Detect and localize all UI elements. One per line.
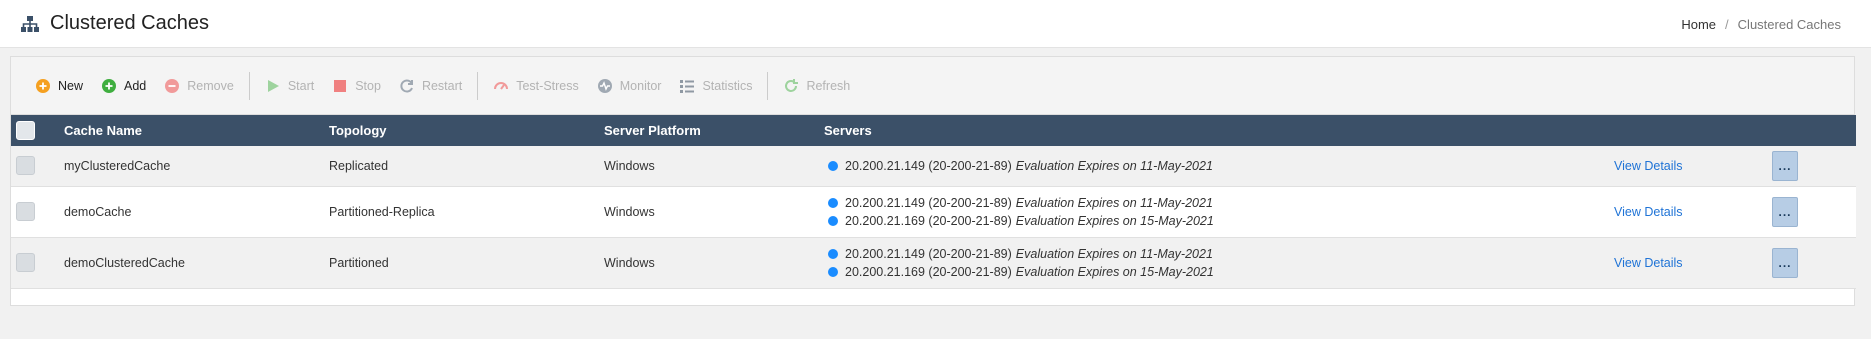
row-checkbox[interactable]	[16, 156, 35, 176]
row-checkbox[interactable]	[16, 253, 35, 272]
server-address: 20.200.21.169 (20-200-21-89)	[845, 264, 1012, 279]
more-actions-button[interactable]: ...	[1772, 247, 1798, 278]
select-all-checkbox[interactable]	[16, 121, 35, 140]
statistics-label: Statistics	[702, 78, 753, 93]
test-stress-button[interactable]: Test-Stress	[484, 71, 588, 101]
stop-label: Stop	[355, 78, 381, 93]
plus-circle-icon	[101, 78, 117, 94]
gauge-icon	[493, 78, 509, 94]
toolbar: New Add Remove Start Stop Restart Test-S…	[11, 57, 1854, 115]
stop-icon	[332, 78, 348, 94]
table-header-row: Cache Name Topology Server Platform Serv…	[11, 115, 1856, 146]
server-status-icon	[828, 266, 838, 277]
cache-name: demoClusteredCache	[64, 255, 185, 270]
plus-circle-icon	[35, 78, 51, 94]
column-header-platform[interactable]: Server Platform	[604, 115, 824, 146]
server-address: 20.200.21.149 (20-200-21-89)	[845, 195, 1012, 210]
restart-button[interactable]: Restart	[390, 71, 471, 101]
refresh-cycle-icon	[399, 78, 415, 94]
server-license-note: Evaluation Expires on 11-May-2021	[1015, 195, 1213, 210]
cache-platform: Windows	[604, 158, 655, 173]
breadcrumb-current: Clustered Caches	[1737, 16, 1841, 32]
column-header-topology[interactable]: Topology	[329, 115, 604, 146]
cache-topology: Partitioned-Replica	[329, 204, 435, 219]
play-icon	[265, 78, 281, 94]
server-entry: 20.200.21.149 (20-200-21-89) Evaluation …	[824, 157, 1614, 175]
server-address: 20.200.21.149 (20-200-21-89)	[845, 246, 1012, 261]
server-address: 20.200.21.149 (20-200-21-89)	[845, 158, 1012, 173]
add-label: Add	[124, 78, 147, 93]
caches-panel: New Add Remove Start Stop Restart Test-S…	[10, 56, 1856, 306]
server-entry: 20.200.21.149 (20-200-21-89) Evaluation …	[824, 245, 1614, 263]
server-license-note: Evaluation Expires on 11-May-2021	[1015, 246, 1213, 261]
monitor-label: Monitor	[619, 78, 662, 93]
toolbar-divider	[767, 71, 769, 100]
toolbar-divider	[248, 71, 250, 100]
server-status-icon	[828, 215, 838, 226]
server-status-icon	[828, 197, 838, 208]
remove-label: Remove	[187, 78, 234, 93]
breadcrumb-home[interactable]: Home	[1681, 17, 1716, 32]
start-label: Start	[287, 78, 315, 93]
server-status-icon	[828, 248, 838, 259]
server-status-icon	[828, 160, 838, 171]
toolbar-divider	[477, 71, 479, 100]
test-stress-label: Test-Stress	[516, 78, 579, 93]
page-title: Clustered Caches	[50, 12, 209, 34]
row-checkbox[interactable]	[16, 202, 35, 221]
servers-cell: 20.200.21.149 (20-200-21-89) Evaluation …	[824, 186, 1614, 237]
cache-topology: Partitioned	[329, 255, 389, 270]
table-row[interactable]: demoClusteredCache Partitioned Windows 2…	[11, 237, 1856, 288]
new-label: New	[58, 78, 84, 93]
remove-button[interactable]: Remove	[155, 71, 243, 101]
add-button[interactable]: Add	[92, 71, 155, 101]
stop-button[interactable]: Stop	[323, 71, 390, 101]
page-header: Clustered Caches Home / Clustered Caches	[0, 0, 1871, 48]
statistics-button[interactable]: Statistics	[670, 71, 761, 101]
list-icon	[679, 78, 695, 94]
view-details-link[interactable]: View Details	[1614, 205, 1683, 219]
minus-circle-icon	[164, 78, 180, 94]
server-license-note: Evaluation Expires on 11-May-2021	[1015, 158, 1213, 173]
cache-name: demoCache	[64, 204, 132, 219]
monitor-button[interactable]: Monitor	[588, 71, 671, 101]
server-address: 20.200.21.169 (20-200-21-89)	[845, 213, 1012, 228]
cache-platform: Windows	[604, 204, 655, 219]
breadcrumb: Home / Clustered Caches	[1681, 0, 1841, 48]
refresh-icon	[783, 78, 799, 94]
restart-label: Restart	[421, 78, 463, 93]
table-row[interactable]: demoCache Partitioned-Replica Windows 20…	[11, 186, 1856, 237]
servers-cell: 20.200.21.149 (20-200-21-89) Evaluation …	[824, 146, 1614, 186]
refresh-label: Refresh	[806, 78, 851, 93]
more-actions-button[interactable]: ...	[1772, 150, 1798, 181]
breadcrumb-separator: /	[1725, 16, 1729, 32]
more-actions-button[interactable]: ...	[1772, 196, 1798, 227]
table-row[interactable]: myClusteredCache Replicated Windows 20.2…	[11, 146, 1856, 186]
cache-platform: Windows	[604, 255, 655, 270]
servers-cell: 20.200.21.149 (20-200-21-89) Evaluation …	[824, 237, 1614, 288]
cache-name: myClusteredCache	[64, 158, 171, 173]
server-license-note: Evaluation Expires on 15-May-2021	[1015, 213, 1214, 228]
pulse-icon	[597, 78, 613, 94]
refresh-button[interactable]: Refresh	[774, 71, 859, 101]
view-details-link[interactable]: View Details	[1614, 256, 1683, 270]
server-entry: 20.200.21.169 (20-200-21-89) Evaluation …	[824, 212, 1614, 230]
column-header-servers[interactable]: Servers	[824, 115, 1614, 146]
sitemap-icon	[20, 14, 40, 34]
new-button[interactable]: New	[26, 71, 92, 101]
server-entry: 20.200.21.149 (20-200-21-89) Evaluation …	[824, 194, 1614, 212]
column-header-cache-name[interactable]: Cache Name	[64, 115, 329, 146]
server-license-note: Evaluation Expires on 15-May-2021	[1015, 264, 1214, 279]
cache-topology: Replicated	[329, 158, 389, 173]
server-entry: 20.200.21.169 (20-200-21-89) Evaluation …	[824, 263, 1614, 281]
view-details-link[interactable]: View Details	[1614, 159, 1683, 173]
start-button[interactable]: Start	[256, 71, 323, 101]
caches-table: Cache Name Topology Server Platform Serv…	[11, 115, 1856, 289]
